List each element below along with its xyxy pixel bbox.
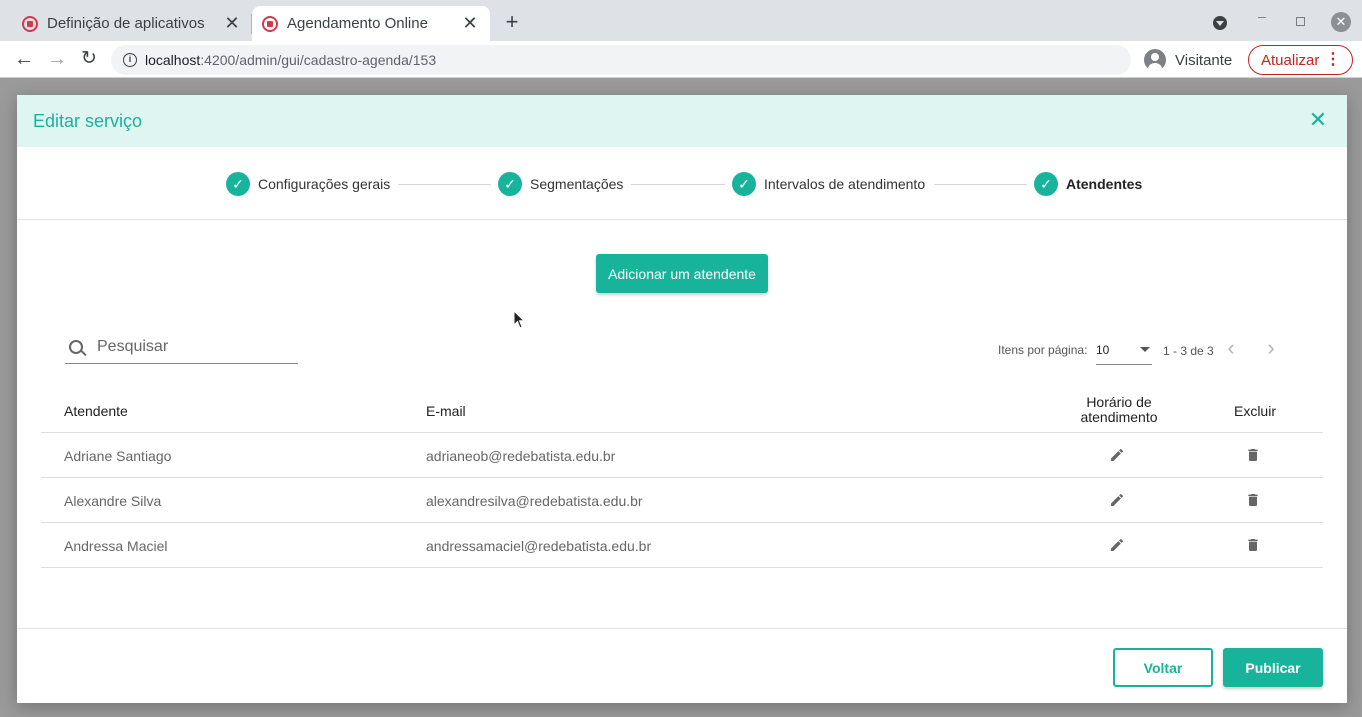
url-host: localhost <box>145 52 201 68</box>
search-field[interactable] <box>65 331 298 364</box>
profile-label: Visitante <box>1175 51 1233 69</box>
new-tab-button[interactable]: + <box>500 11 524 35</box>
trash-icon[interactable] <box>1245 447 1261 463</box>
step-segmentacoes[interactable]: ✓ Segmentações <box>498 172 623 196</box>
tab-search-icon[interactable] <box>1213 16 1227 30</box>
app-favicon-icon <box>22 15 38 32</box>
step-label: Atendentes <box>1066 176 1143 192</box>
tab-title: Definição de aplicativos <box>47 15 205 32</box>
add-attendant-button[interactable]: Adicionar um atendente <box>596 254 768 293</box>
maximize-window-icon[interactable] <box>1296 17 1305 26</box>
step-label: Intervalos de atendimento <box>764 176 926 192</box>
wizard-stepper: ✓ Configurações gerais ✓ Segmentações ✓ … <box>17 147 1347 220</box>
table-header: Atendente E-mail Horário de atendimento … <box>41 387 1323 433</box>
attendant-email: adrianeob@redebatista.edu.br <box>426 448 616 464</box>
table-row: Andressa Maciel andressamaciel@redebatis… <box>41 523 1323 568</box>
update-browser-button[interactable]: Atualizar ⋮ <box>1248 45 1353 75</box>
edit-pencil-icon[interactable] <box>1109 447 1125 463</box>
site-info-icon[interactable]: i <box>123 53 137 67</box>
browser-toolbar: ← → ↻ i localhost:4200/admin/gui/cadastr… <box>0 41 1362 78</box>
address-bar[interactable]: i localhost:4200/admin/gui/cadastro-agen… <box>111 45 1131 75</box>
column-header-schedule: Horário de atendimento <box>1080 394 1158 425</box>
search-icon <box>69 340 83 354</box>
update-label: Atualizar <box>1261 51 1320 69</box>
forward-arrow-icon[interactable]: → <box>45 47 69 71</box>
check-icon: ✓ <box>732 172 756 196</box>
reload-icon[interactable]: ↻ <box>77 47 101 71</box>
browser-tab-agendamento[interactable]: Agendamento Online ✕ <box>252 6 490 41</box>
previous-page-icon[interactable]: ‹ <box>1220 337 1242 360</box>
table-row: Alexandre Silva alexandresilva@redebatis… <box>41 478 1323 523</box>
edit-pencil-icon[interactable] <box>1109 492 1125 508</box>
page-size-value: 10 <box>1096 343 1110 357</box>
page-size-select[interactable]: 10 <box>1096 337 1152 365</box>
browser-tab-bar: Definição de aplicativos ✕ Agendamento O… <box>0 0 1362 41</box>
tab-close-icon[interactable]: ✕ <box>222 13 242 33</box>
step-label: Segmentações <box>530 176 624 192</box>
attendants-table: Atendente E-mail Horário de atendimento … <box>41 387 1323 568</box>
column-header-delete: Excluir <box>1233 403 1276 419</box>
tab-title: Agendamento Online <box>287 15 428 32</box>
page-range-label: 1 - 3 de 3 <box>1163 344 1214 358</box>
tab-close-icon[interactable]: ✕ <box>460 13 480 33</box>
items-per-page-label: Itens por página: <box>998 343 1088 357</box>
trash-icon[interactable] <box>1245 492 1261 508</box>
app-favicon-icon <box>262 15 278 32</box>
dropdown-arrow-icon <box>1140 347 1150 352</box>
profile-button[interactable]: Visitante <box>1140 45 1242 75</box>
dialog-header: Editar serviço ✕ <box>17 95 1347 147</box>
browser-tab-definicao[interactable]: Definição de aplicativos ✕ <box>12 6 252 41</box>
search-input[interactable] <box>97 338 287 356</box>
step-configuracoes-gerais[interactable]: ✓ Configurações gerais <box>226 172 390 196</box>
step-connector <box>631 184 725 185</box>
edit-pencil-icon[interactable] <box>1109 537 1125 553</box>
attendant-name: Andressa Maciel <box>64 538 168 554</box>
dialog-close-icon[interactable]: ✕ <box>1307 109 1329 131</box>
attendant-name: Adriane Santiago <box>64 448 172 464</box>
check-icon: ✓ <box>1034 172 1058 196</box>
back-button[interactable]: Voltar <box>1113 648 1213 687</box>
step-intervalos-atendimento[interactable]: ✓ Intervalos de atendimento <box>732 172 925 196</box>
browser-menu-icon[interactable]: ⋮ <box>1325 50 1341 70</box>
next-page-icon[interactable]: › <box>1260 337 1282 360</box>
trash-icon[interactable] <box>1245 537 1261 553</box>
attendant-email: alexandresilva@redebatista.edu.br <box>426 493 643 509</box>
url-path: :4200/admin/gui/cadastro-agenda/153 <box>200 52 437 68</box>
attendant-email: andressamaciel@redebatista.edu.br <box>426 538 652 554</box>
guest-avatar-icon <box>1144 49 1166 71</box>
step-connector <box>934 184 1027 185</box>
step-label: Configurações gerais <box>258 176 391 192</box>
step-atendentes[interactable]: ✓ Atendentes <box>1034 172 1142 196</box>
table-row: Adriane Santiago adrianeob@redebatista.e… <box>41 433 1323 478</box>
dialog-title: Editar serviço <box>33 110 143 131</box>
step-connector <box>398 184 491 185</box>
dialog-footer: Voltar Publicar <box>17 628 1347 703</box>
minimize-window-icon[interactable]: – <box>1258 8 1266 24</box>
close-window-icon[interactable]: ✕ <box>1331 12 1351 32</box>
mouse-cursor-icon <box>513 310 526 329</box>
column-header-attendant: Atendente <box>64 403 128 419</box>
column-header-email: E-mail <box>426 403 466 419</box>
attendant-name: Alexandre Silva <box>64 493 162 509</box>
edit-service-dialog: Editar serviço ✕ ✓ Configurações gerais … <box>17 95 1347 703</box>
paginator: Itens por página: 10 1 - 3 de 3 ‹ › <box>998 335 1275 365</box>
check-icon: ✓ <box>498 172 522 196</box>
back-arrow-icon[interactable]: ← <box>12 47 36 71</box>
check-icon: ✓ <box>226 172 250 196</box>
publish-button[interactable]: Publicar <box>1223 648 1323 687</box>
